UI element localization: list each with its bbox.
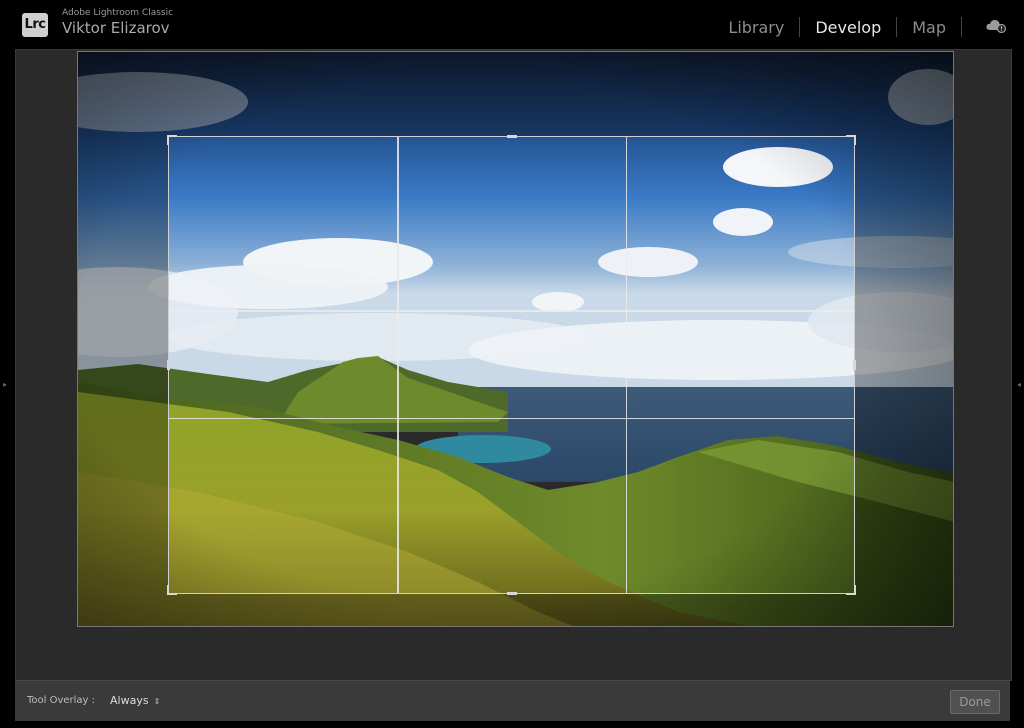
crop-grid-line xyxy=(169,310,854,312)
tool-overlay-select[interactable]: Always ⇕ xyxy=(110,694,160,707)
bottom-toolbar: Tool Overlay : Always ⇕ Done xyxy=(15,680,1010,721)
crop-handle-left[interactable] xyxy=(167,360,170,370)
crop-grid-line xyxy=(169,417,854,420)
crop-handle-bottom-left[interactable] xyxy=(167,585,177,595)
top-bar: Lrc Adobe Lightroom Classic Viktor Eliza… xyxy=(0,0,1024,48)
crop-handle-bottom[interactable] xyxy=(506,592,517,595)
tool-overlay-label: Tool Overlay : xyxy=(27,695,96,706)
crop-handle-top[interactable] xyxy=(506,135,517,138)
tool-overlay-value: Always xyxy=(110,694,149,707)
lightroom-logo-icon: Lrc xyxy=(22,13,48,37)
module-develop[interactable]: Develop xyxy=(800,18,896,37)
module-map[interactable]: Map xyxy=(897,18,961,37)
module-separator xyxy=(961,17,962,37)
module-library[interactable]: Library xyxy=(713,18,799,37)
crop-handle-top-right[interactable] xyxy=(846,135,856,145)
identity-plate-user-name[interactable]: Viktor Elizarov xyxy=(62,19,170,37)
right-panel-arrow-icon[interactable]: ◂ xyxy=(1017,380,1021,389)
done-button[interactable]: Done xyxy=(950,690,1000,714)
updown-arrows-icon: ⇕ xyxy=(153,697,161,706)
photo-preview[interactable] xyxy=(77,51,954,627)
crop-grid-line xyxy=(397,137,399,593)
crop-handle-bottom-right[interactable] xyxy=(846,585,856,595)
left-panel-arrow-icon[interactable]: ▸ xyxy=(3,380,7,389)
crop-handle-top-left[interactable] xyxy=(167,135,177,145)
crop-handle-right[interactable] xyxy=(853,360,856,370)
product-name: Adobe Lightroom Classic xyxy=(62,8,174,18)
crop-frame[interactable] xyxy=(167,135,856,595)
module-picker: Library Develop Map xyxy=(713,17,962,37)
crop-grid-line xyxy=(625,137,628,593)
cloud-sync-icon[interactable] xyxy=(985,17,1007,33)
